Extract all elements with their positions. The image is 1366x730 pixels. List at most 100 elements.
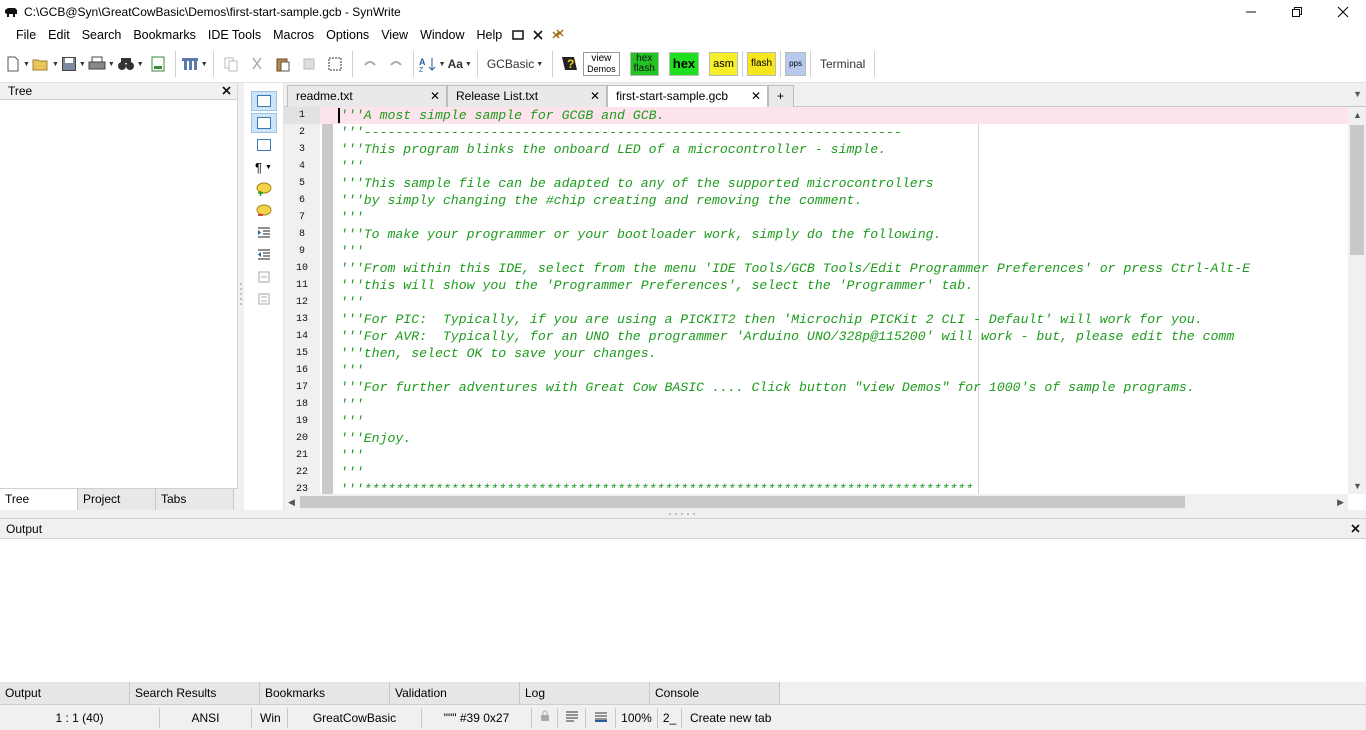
line-ending-indicator[interactable]: Win xyxy=(252,707,288,728)
sync-tree-icon[interactable] xyxy=(250,91,277,111)
close-tab-icon[interactable]: ✕ xyxy=(430,86,440,106)
code-line[interactable]: 21 ''' xyxy=(284,447,1348,464)
tab-validation[interactable]: Validation xyxy=(390,682,520,704)
block-indent-icon[interactable] xyxy=(251,267,277,287)
scroll-right-icon[interactable]: ▶ xyxy=(1337,497,1344,508)
comment-add-icon[interactable] xyxy=(251,179,277,199)
code-line[interactable]: 5 '''This sample file can be adapted to a… xyxy=(284,175,1348,192)
scroll-down-icon[interactable]: ▼ xyxy=(1353,481,1362,491)
vertical-scroll-thumb[interactable] xyxy=(1350,125,1364,255)
horizontal-splitter[interactable] xyxy=(0,510,1366,518)
scroll-up-icon[interactable]: ▲ xyxy=(1353,110,1362,120)
paste-icon[interactable] xyxy=(271,50,295,78)
menu-file[interactable]: File xyxy=(10,24,42,46)
code-line[interactable]: 1 '''A most simple sample for GCGB and GC… xyxy=(284,107,1348,124)
new-tab-button[interactable]: + xyxy=(768,85,794,107)
lock-icon[interactable] xyxy=(532,707,558,728)
close-all-documents-icon[interactable] xyxy=(548,24,568,46)
menu-bookmarks[interactable]: Bookmarks xyxy=(127,24,202,46)
tab-output[interactable]: Output xyxy=(0,682,130,704)
code-line[interactable]: 4 ''' xyxy=(284,158,1348,175)
tab-release-list[interactable]: Release List.txt ✕ xyxy=(447,85,607,107)
close-window-button[interactable] xyxy=(1320,0,1366,24)
hex-flash-button[interactable]: hex flash xyxy=(629,52,659,76)
maximize-editor-icon[interactable] xyxy=(508,24,528,46)
open-file-button[interactable]: ▼ xyxy=(32,50,59,78)
pilcrow-icon[interactable]: ¶ ▼ xyxy=(251,157,277,177)
undo-icon[interactable] xyxy=(358,50,382,78)
code-line[interactable]: 8 '''To make your programmer or your boot… xyxy=(284,226,1348,243)
code-editor[interactable]: 1 '''A most simple sample for GCGB and GC… xyxy=(284,107,1348,494)
close-output-panel-icon[interactable] xyxy=(1351,522,1360,536)
help-icon[interactable]: ? xyxy=(558,50,582,78)
print-preview-button[interactable] xyxy=(146,50,170,78)
code-line[interactable]: 6 '''by simply changing the #chip creatin… xyxy=(284,192,1348,209)
code-line[interactable]: 13 '''For PIC: Typically, if you are usin… xyxy=(284,311,1348,328)
close-tab-icon[interactable]: ✕ xyxy=(751,86,761,106)
view-demos-button[interactable]: view Demos xyxy=(583,52,620,76)
terminal-button[interactable]: Terminal xyxy=(816,50,869,78)
cursor-position[interactable]: 1 : 1 (40) xyxy=(0,707,160,728)
text-align-icon[interactable] xyxy=(586,707,616,728)
tab-tree[interactable]: Tree xyxy=(0,489,78,510)
word-wrap-icon[interactable] xyxy=(558,707,586,728)
lexer-select[interactable]: GCBasic ▼ xyxy=(483,50,547,78)
tab-console[interactable]: Console xyxy=(650,682,780,704)
code-line[interactable]: 10 '''From within this IDE, select from t… xyxy=(284,260,1348,277)
select-all-icon[interactable] xyxy=(323,50,347,78)
unindent-icon[interactable] xyxy=(251,245,277,265)
vertical-scrollbar[interactable]: ▲ ▼ xyxy=(1348,107,1366,494)
close-tab-icon[interactable]: ✕ xyxy=(590,86,600,106)
scroll-left-icon[interactable]: ◀ xyxy=(288,497,295,508)
menu-view[interactable]: View xyxy=(375,24,414,46)
comment-remove-icon[interactable] xyxy=(251,201,277,221)
lexer-indicator[interactable]: GreatCowBasic xyxy=(288,707,422,728)
horizontal-scrollbar[interactable]: ◀ ▶ xyxy=(284,494,1348,510)
menu-help[interactable]: Help xyxy=(471,24,509,46)
encoding-indicator[interactable]: ANSI xyxy=(160,707,252,728)
menu-window[interactable]: Window xyxy=(414,24,470,46)
hex-button[interactable]: hex xyxy=(668,52,700,76)
code-line[interactable]: 17 '''For further adventures with Great C… xyxy=(284,379,1348,396)
tab-search-results[interactable]: Search Results xyxy=(130,682,260,704)
pps-button[interactable]: pps xyxy=(785,52,806,76)
tab-first-start-sample[interactable]: first-start-sample.gcb ✕ xyxy=(607,85,768,108)
cut-icon[interactable] xyxy=(245,50,269,78)
tab-tabs[interactable]: Tabs xyxy=(156,489,234,510)
zoom-indicator[interactable]: 100% xyxy=(616,707,658,728)
code-line[interactable]: 22 ''' xyxy=(284,464,1348,481)
block-unindent-icon[interactable] xyxy=(251,289,277,309)
tools-button[interactable]: ▼ xyxy=(181,50,208,78)
minimize-button[interactable] xyxy=(1228,0,1274,24)
menu-edit[interactable]: Edit xyxy=(42,24,76,46)
code-line[interactable]: 18 ''' xyxy=(284,396,1348,413)
jump-icon[interactable] xyxy=(251,135,277,155)
new-file-button[interactable]: ▼ xyxy=(5,50,30,78)
change-case-icon[interactable]: Aa ▼ xyxy=(448,50,472,78)
code-line[interactable]: 23 '''***********************************… xyxy=(284,481,1348,494)
code-line[interactable]: 9 ''' xyxy=(284,243,1348,260)
restore-button[interactable] xyxy=(1274,0,1320,24)
asm-button[interactable]: asm xyxy=(709,52,738,76)
menu-ide-tools[interactable]: IDE Tools xyxy=(202,24,267,46)
code-line[interactable]: 12 ''' xyxy=(284,294,1348,311)
code-line[interactable]: 15 '''then, select OK to save your change… xyxy=(284,345,1348,362)
tab-readme[interactable]: readme.txt ✕ xyxy=(287,85,447,107)
tree-expand-icon[interactable] xyxy=(250,113,277,133)
code-line[interactable]: 3 '''This program blinks the onboard LED … xyxy=(284,141,1348,158)
code-line[interactable]: 16 ''' xyxy=(284,362,1348,379)
tab-project[interactable]: Project xyxy=(78,489,156,510)
close-tree-panel-icon[interactable] xyxy=(222,84,231,98)
redo-icon[interactable] xyxy=(384,50,408,78)
find-button[interactable]: ▼ xyxy=(117,50,144,78)
sort-icon[interactable]: A Z ▼ xyxy=(419,50,446,78)
code-line[interactable]: 19 ''' xyxy=(284,413,1348,430)
code-line[interactable]: 20 '''Enjoy. xyxy=(284,430,1348,447)
code-line[interactable]: 7 ''' xyxy=(284,209,1348,226)
save-button[interactable]: ▼ xyxy=(61,50,86,78)
delete-icon[interactable] xyxy=(297,50,321,78)
indent-icon[interactable] xyxy=(251,223,277,243)
tab-log[interactable]: Log xyxy=(520,682,650,704)
code-line[interactable]: 11 '''this will show you the 'Programmer … xyxy=(284,277,1348,294)
code-line[interactable]: 14 '''For AVR: Typically, for an UNO the … xyxy=(284,328,1348,345)
